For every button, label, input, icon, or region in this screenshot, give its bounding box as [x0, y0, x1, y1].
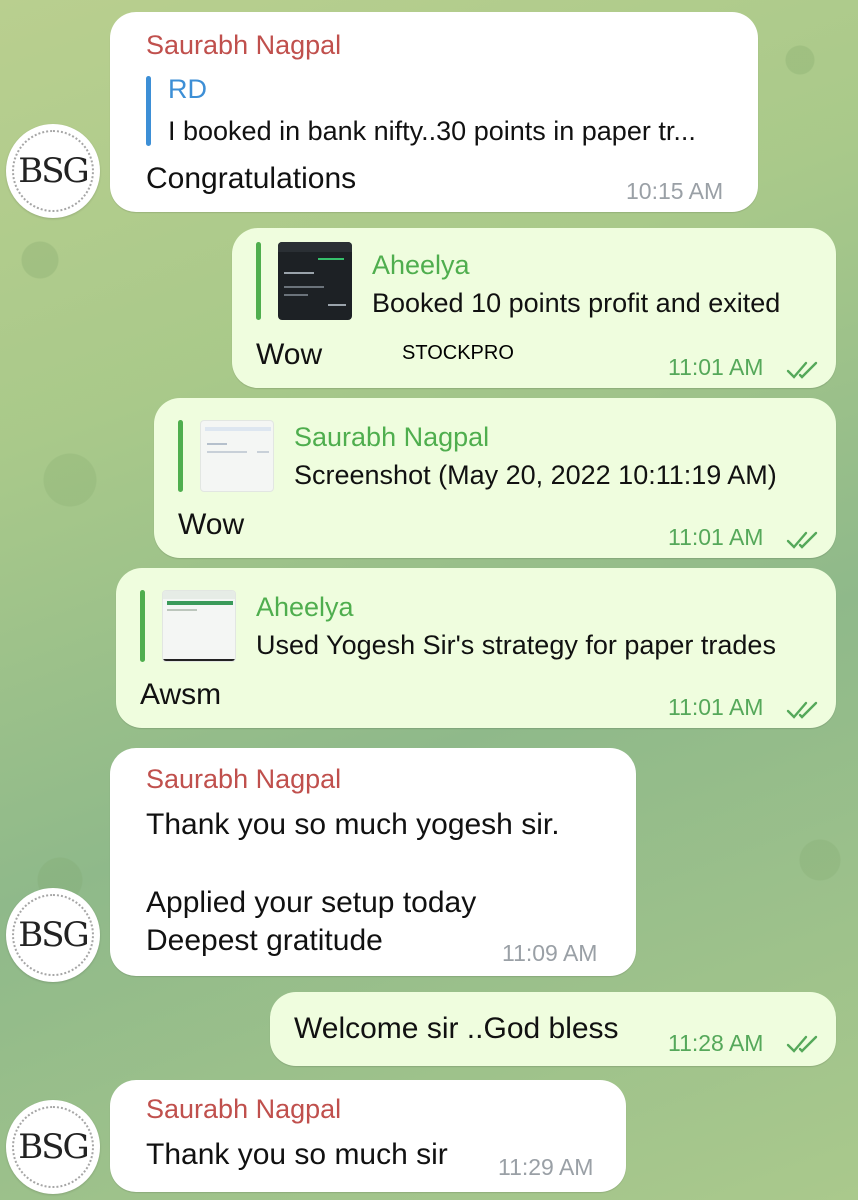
message-bubble-incoming[interactable]: Saurabh Nagpal Thank you so much sir 11:… [110, 1080, 626, 1192]
double-check-icon [786, 531, 818, 549]
message-time: 11:09 AM [502, 940, 598, 966]
reply-text[interactable]: Used Yogesh Sir's strategy for paper tra… [256, 630, 776, 661]
message-line: Deepest gratitude [146, 924, 383, 957]
reply-text[interactable]: Screenshot (May 20, 2022 10:11:19 AM) [294, 460, 777, 491]
avatar[interactable]: BSG [6, 888, 100, 982]
message-text: Thank you so much sir [146, 1138, 448, 1171]
reply-thumbnail[interactable] [162, 590, 236, 662]
double-check-icon [786, 701, 818, 719]
reply-author[interactable]: Aheelya [372, 250, 470, 281]
sender-name[interactable]: Saurabh Nagpal [146, 1094, 341, 1125]
reply-author[interactable]: RD [168, 74, 207, 105]
avatar[interactable]: BSG [6, 124, 100, 218]
avatar-ring [12, 130, 94, 212]
message-bubble-outgoing[interactable]: Aheelya Used Yogesh Sir's strategy for p… [116, 568, 836, 728]
message-time: 10:15 AM [626, 178, 724, 204]
reply-author[interactable]: Saurabh Nagpal [294, 422, 489, 453]
avatar-ring [12, 894, 94, 976]
reply-quote-bar [140, 590, 145, 662]
message-text: Wow [256, 338, 323, 371]
message-line: Thank you so much yogesh sir. [146, 808, 560, 841]
message-time: 11:01 AM [668, 354, 764, 380]
reply-text[interactable]: I booked in bank nifty..30 points in pap… [168, 116, 696, 147]
reply-quote-bar [146, 76, 151, 146]
reply-quote-bar [178, 420, 183, 492]
message-bubble-outgoing[interactable]: Welcome sir ..God bless 11:28 AM [270, 992, 836, 1066]
message-bubble-outgoing[interactable]: Aheelya Booked 10 points profit and exit… [232, 228, 836, 388]
message-bubble-outgoing[interactable]: Saurabh Nagpal Screenshot (May 20, 2022 … [154, 398, 836, 558]
message-time: 11:28 AM [668, 1030, 764, 1056]
sender-name[interactable]: Saurabh Nagpal [146, 30, 341, 61]
reply-thumbnail[interactable] [200, 420, 274, 492]
avatar-ring [12, 1106, 94, 1188]
message-time: 11:29 AM [498, 1154, 594, 1180]
message-bubble-incoming[interactable]: Saurabh Nagpal Thank you so much yogesh … [110, 748, 636, 976]
message-text: Welcome sir ..God bless [294, 1012, 619, 1045]
message-text: Wow [178, 508, 245, 541]
message-text: Congratulations [146, 162, 357, 195]
double-check-icon [786, 361, 818, 379]
double-check-icon [786, 1035, 818, 1053]
sender-name[interactable]: Saurabh Nagpal [146, 764, 341, 795]
avatar[interactable]: BSG [6, 1100, 100, 1194]
watermark-text: STOCKPRO [402, 342, 514, 364]
reply-author[interactable]: Aheelya [256, 592, 354, 623]
message-time: 11:01 AM [668, 694, 764, 720]
reply-quote-bar [256, 242, 261, 320]
message-text: Awsm [140, 678, 222, 711]
reply-thumbnail[interactable] [278, 242, 352, 320]
message-time: 11:01 AM [668, 524, 764, 550]
message-bubble-incoming[interactable]: Saurabh Nagpal RD I booked in bank nifty… [110, 12, 758, 212]
reply-text[interactable]: Booked 10 points profit and exited [372, 288, 780, 319]
message-line: Applied your setup today [146, 886, 477, 919]
